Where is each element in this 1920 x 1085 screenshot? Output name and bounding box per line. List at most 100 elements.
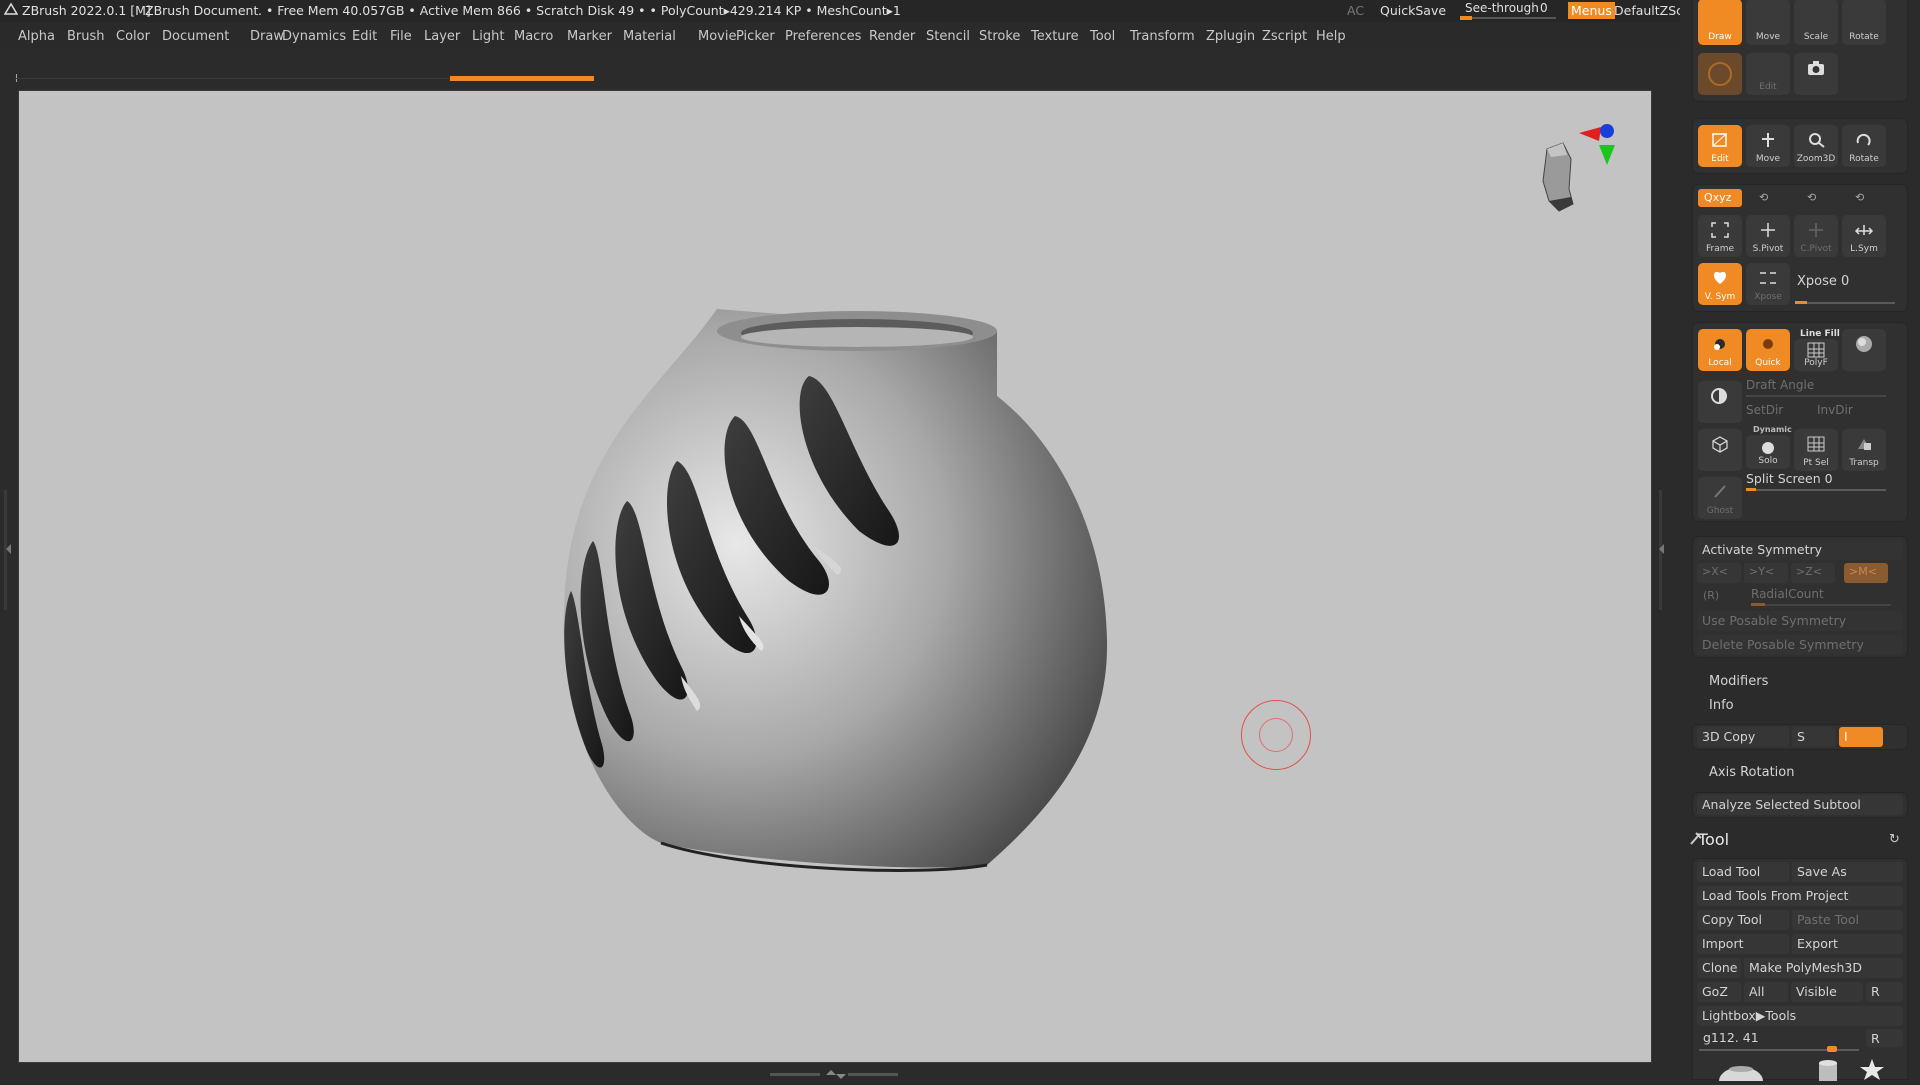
menu-transform[interactable]: Transform bbox=[1130, 29, 1195, 44]
invdir-button[interactable]: InvDir bbox=[1817, 403, 1853, 417]
ghost-button[interactable]: Ghost bbox=[1698, 477, 1742, 519]
save-as-button[interactable]: Save As bbox=[1792, 862, 1903, 882]
menu-render[interactable]: Render bbox=[869, 29, 915, 44]
sym-x-toggle[interactable]: >X< bbox=[1697, 563, 1741, 583]
move-tool-button[interactable]: Move bbox=[1746, 0, 1790, 45]
rotate-tool-button[interactable]: Rotate bbox=[1842, 0, 1886, 45]
make-polymesh3d-button[interactable]: Make PolyMesh3D bbox=[1744, 958, 1903, 978]
lsym-button[interactable]: L.Sym bbox=[1842, 215, 1886, 257]
menu-stroke[interactable]: Stroke bbox=[979, 29, 1020, 44]
menu-material[interactable]: Material bbox=[623, 29, 676, 44]
info-subpalette[interactable]: Info bbox=[1709, 698, 1734, 713]
menu-stencil[interactable]: Stencil bbox=[926, 29, 970, 44]
goz-button[interactable]: GoZ bbox=[1697, 982, 1741, 1002]
axis-rotation-subpalette[interactable]: Axis Rotation bbox=[1709, 765, 1794, 780]
goz-visible-button[interactable]: Visible bbox=[1791, 982, 1863, 1002]
menu-edit[interactable]: Edit bbox=[352, 29, 377, 44]
load-tools-from-project-button[interactable]: Load Tools From Project bbox=[1697, 886, 1903, 906]
vsym-button[interactable]: V. Sym bbox=[1698, 263, 1742, 305]
draft-angle-slider[interactable] bbox=[1746, 395, 1886, 397]
see-through-slider[interactable] bbox=[1460, 17, 1556, 19]
xyz-rotate-button[interactable]: Qxyz bbox=[1698, 189, 1742, 207]
menu-brush[interactable]: Brush bbox=[67, 29, 105, 44]
ptsel-button[interactable]: Pt Sel bbox=[1794, 429, 1838, 471]
menu-zplugin[interactable]: Zplugin bbox=[1206, 29, 1255, 44]
lightbox-tools-button[interactable]: Lightbox▶Tools bbox=[1697, 1006, 1903, 1026]
tool-r-button[interactable]: R bbox=[1866, 1029, 1903, 1047]
grid-sphere-button[interactable] bbox=[1842, 329, 1886, 371]
import-button[interactable]: Import bbox=[1697, 934, 1789, 954]
menu-light[interactable]: Light bbox=[472, 29, 504, 44]
canvas-viewport[interactable] bbox=[18, 90, 1652, 1063]
menu-macro[interactable]: Macro bbox=[514, 29, 553, 44]
solid-cube-icon[interactable] bbox=[1698, 429, 1742, 471]
orientation-gizmo[interactable] bbox=[1519, 119, 1619, 229]
zoom3d-button[interactable]: Zoom3D bbox=[1794, 125, 1838, 167]
modifiers-subpalette[interactable]: Modifiers bbox=[1709, 674, 1768, 689]
menu-file[interactable]: File bbox=[390, 29, 412, 44]
copy3d-i-button[interactable]: I bbox=[1839, 727, 1883, 747]
shading-toggle-icon[interactable] bbox=[1698, 381, 1742, 423]
scale-tool-button[interactable]: Scale bbox=[1794, 0, 1838, 45]
analyze-selected-subtool-button[interactable]: Analyze Selected Subtool bbox=[1697, 795, 1903, 815]
xpose-button[interactable]: Xpose bbox=[1746, 263, 1790, 305]
paste-tool-button[interactable]: Paste Tool bbox=[1792, 910, 1903, 930]
goz-all-button[interactable]: All bbox=[1744, 982, 1788, 1002]
left-tray-handle[interactable] bbox=[2, 490, 11, 610]
delete-posable-symmetry-button[interactable]: Delete Posable Symmetry bbox=[1697, 635, 1903, 655]
ac-label[interactable]: AC bbox=[1347, 3, 1364, 18]
reset-palette-icon[interactable]: ↻ bbox=[1889, 832, 1900, 847]
xpose-slider[interactable] bbox=[1795, 302, 1895, 304]
tool-thumbnail-vase[interactable] bbox=[1711, 1059, 1771, 1085]
copy-tool-button[interactable]: Copy Tool bbox=[1697, 910, 1789, 930]
move-view-button[interactable]: Move bbox=[1746, 125, 1790, 167]
spivot-button[interactable]: S.Pivot bbox=[1746, 215, 1790, 257]
cpivot-button[interactable]: C.Pivot bbox=[1794, 215, 1838, 257]
tool-thumbnail-cylinder[interactable] bbox=[1813, 1059, 1843, 1081]
export-button[interactable]: Export bbox=[1792, 934, 1903, 954]
menu-color[interactable]: Color bbox=[116, 29, 150, 44]
menu-help[interactable]: Help bbox=[1316, 29, 1346, 44]
menu-tool[interactable]: Tool bbox=[1090, 29, 1115, 44]
menu-dynamics[interactable]: Dynamics bbox=[282, 29, 346, 44]
quick-render-button[interactable]: Quick bbox=[1746, 329, 1790, 371]
y-rotate-icon[interactable]: ⟲ bbox=[1759, 191, 1768, 204]
radial-count-slider[interactable] bbox=[1751, 604, 1891, 606]
menu-movie[interactable]: Movie bbox=[698, 29, 736, 44]
tool-palette-title[interactable]: Tool bbox=[1698, 830, 1729, 849]
clone-button[interactable]: Clone bbox=[1697, 958, 1741, 978]
vase-model[interactable] bbox=[19, 91, 1653, 1064]
tool-slider-handle[interactable] bbox=[1827, 1046, 1837, 1052]
solo-button[interactable]: Solo bbox=[1746, 435, 1790, 469]
quicksave-button[interactable]: QuickSave bbox=[1380, 3, 1446, 18]
split-screen-slider[interactable] bbox=[1746, 489, 1886, 491]
custom-rotate-icon[interactable]: ⟲ bbox=[1855, 191, 1864, 204]
draw-tool-button[interactable]: Draw bbox=[1698, 0, 1742, 45]
polyframe-button[interactable]: PolyF bbox=[1794, 339, 1838, 371]
copy3d-button[interactable]: 3D Copy bbox=[1697, 727, 1789, 747]
rotate-view-button[interactable]: Rotate bbox=[1842, 125, 1886, 167]
z-rotate-icon[interactable]: ⟲ bbox=[1807, 191, 1816, 204]
menus-toggle[interactable]: Menus bbox=[1568, 2, 1615, 19]
menu-marker[interactable]: Marker bbox=[567, 29, 612, 44]
menu-preferences[interactable]: Preferences bbox=[785, 29, 861, 44]
menu-zscript[interactable]: Zscript bbox=[1262, 29, 1307, 44]
goz-r-button[interactable]: R bbox=[1866, 982, 1903, 1002]
use-posable-symmetry-button[interactable]: Use Posable Symmetry bbox=[1697, 611, 1903, 631]
frame-button[interactable]: Frame bbox=[1698, 215, 1742, 257]
snapshot-camera-icon[interactable] bbox=[1794, 53, 1838, 95]
active-tab-indicator[interactable] bbox=[450, 76, 594, 81]
menu-picker[interactable]: Picker bbox=[736, 29, 775, 44]
menu-texture[interactable]: Texture bbox=[1031, 29, 1079, 44]
material-swatch[interactable] bbox=[1698, 53, 1742, 95]
menu-alpha[interactable]: Alpha bbox=[18, 29, 55, 44]
edit-polygroup-icon[interactable]: Edit bbox=[1746, 53, 1790, 95]
load-tool-button[interactable]: Load Tool bbox=[1697, 862, 1789, 882]
sym-z-toggle[interactable]: >Z< bbox=[1791, 563, 1835, 583]
tool-thumbnail-star[interactable] bbox=[1857, 1057, 1887, 1081]
menu-layer[interactable]: Layer bbox=[424, 29, 460, 44]
menu-draw[interactable]: Draw bbox=[250, 29, 284, 44]
copy3d-s-button[interactable]: S bbox=[1792, 727, 1836, 747]
sym-m-toggle[interactable]: >M< bbox=[1844, 563, 1888, 583]
edit-mode-button[interactable]: Edit bbox=[1698, 125, 1742, 167]
